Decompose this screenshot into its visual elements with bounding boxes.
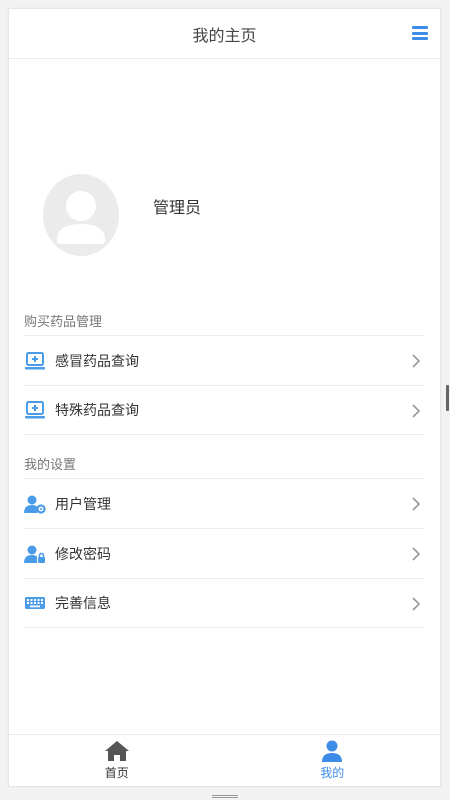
list-item-label: 用户管理 bbox=[55, 496, 111, 513]
scrollbar[interactable] bbox=[446, 385, 449, 411]
list-item-label: 感冒药品查询 bbox=[55, 353, 139, 370]
list-item-special-medicine-query[interactable]: 特殊药品查询 bbox=[24, 385, 425, 435]
chevron-right-icon bbox=[412, 547, 421, 561]
drag-handle[interactable] bbox=[212, 795, 238, 798]
page-title: 我的主页 bbox=[192, 25, 257, 45]
list-item-label: 修改密码 bbox=[55, 546, 111, 563]
user-gear-icon bbox=[24, 494, 46, 514]
list-item-label: 完善信息 bbox=[55, 596, 111, 612]
list-item-user-management[interactable]: 用户管理 bbox=[24, 478, 425, 528]
home-icon bbox=[104, 741, 129, 761]
tab-label: 我的 bbox=[320, 766, 345, 780]
chevron-right-icon bbox=[412, 597, 421, 611]
user-lock-icon bbox=[24, 544, 46, 564]
bottom-tab-bar: 首页 我的 bbox=[9, 734, 440, 786]
computer-plus-icon bbox=[24, 400, 46, 420]
tab-label: 首页 bbox=[104, 766, 129, 780]
tab-home[interactable]: 首页 bbox=[9, 735, 225, 786]
chevron-right-icon bbox=[412, 404, 421, 418]
settings-section: 我的设置 用户管理 修改密码 完善信息 bbox=[9, 448, 440, 628]
chevron-right-icon bbox=[412, 354, 421, 368]
tab-me[interactable]: 我的 bbox=[225, 735, 441, 786]
person-icon bbox=[322, 740, 343, 762]
app-screen: 我的主页 管理员 购买药品管理 感冒药品查询 特殊药品查询 我的设置 用户管理 … bbox=[8, 8, 441, 787]
list-item-cold-medicine-query[interactable]: 感冒药品查询 bbox=[24, 335, 425, 385]
section-title: 我的设置 bbox=[24, 457, 77, 473]
top-bar: 我的主页 bbox=[9, 9, 440, 59]
list-item-label: 特殊药品查询 bbox=[55, 403, 139, 419]
chevron-right-icon bbox=[412, 497, 421, 511]
profile-card: 管理员 bbox=[43, 174, 201, 256]
keyboard-icon bbox=[24, 593, 46, 613]
list-item-change-password[interactable]: 修改密码 bbox=[24, 528, 425, 578]
profile-name: 管理员 bbox=[153, 198, 202, 217]
menu-icon[interactable] bbox=[410, 23, 430, 43]
user-avatar-icon bbox=[43, 174, 119, 256]
purchase-section: 购买药品管理 感冒药品查询 特殊药品查询 bbox=[9, 305, 440, 435]
section-title: 购买药品管理 bbox=[24, 314, 103, 330]
list-item-complete-info[interactable]: 完善信息 bbox=[24, 578, 425, 628]
computer-plus-icon bbox=[24, 351, 46, 371]
